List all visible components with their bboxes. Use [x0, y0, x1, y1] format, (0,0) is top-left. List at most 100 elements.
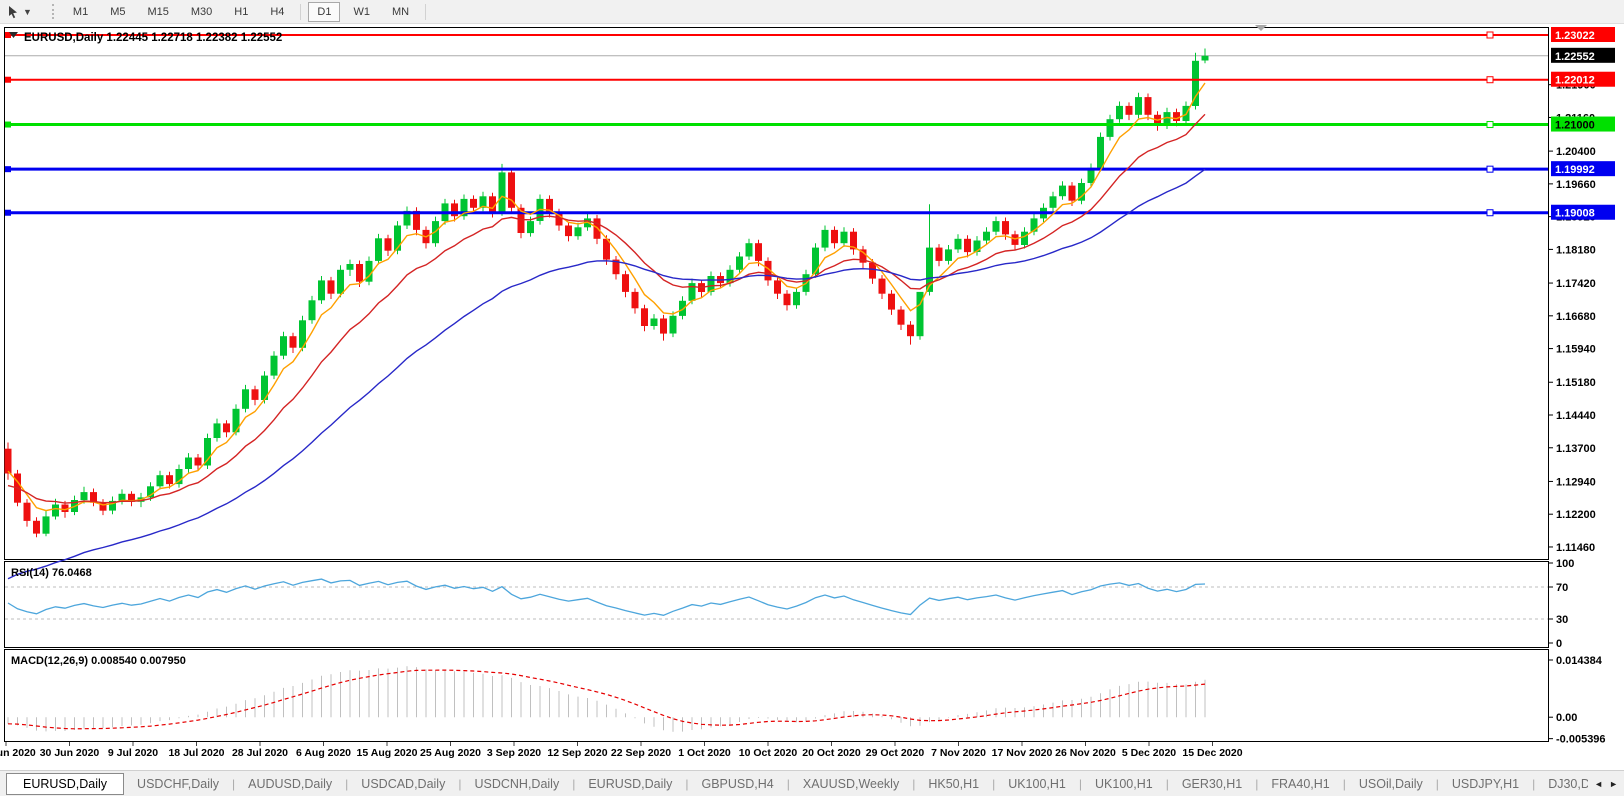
timeframe-button-m5[interactable]: M5 [101, 2, 134, 22]
date-label: 6 Aug 2020 [292, 747, 356, 759]
candle-body [907, 325, 914, 337]
chart-tab-usdcad-daily[interactable]: USDCAD,Daily [348, 774, 458, 794]
date-label: 20 Oct 2020 [800, 747, 864, 759]
chart-tab-gbpusd-h4[interactable]: GBPUSD,H4 [689, 774, 787, 794]
line-handle-right[interactable] [1487, 122, 1493, 128]
toolbar-grip-handle[interactable] [52, 4, 54, 19]
candle-body [242, 389, 249, 409]
candle-body [736, 257, 743, 270]
toolbar-separator [425, 4, 426, 20]
candle-body [195, 458, 202, 466]
chart-tabbar: EURUSD,DailyUSDCHF,Daily|AUDUSD,Daily|US… [0, 770, 1624, 796]
chart-tab-usdcnh-daily[interactable]: USDCNH,Daily [461, 774, 572, 794]
candle-body [1050, 196, 1057, 208]
line-handle-left[interactable] [5, 166, 11, 172]
line-handle-right[interactable] [1487, 166, 1493, 172]
date-label: 10 Oct 2020 [736, 747, 800, 759]
candle-body [290, 336, 297, 348]
candle-body [1116, 106, 1123, 119]
tab-scroll-right-icon[interactable]: ► [1609, 779, 1618, 789]
price-level-badge-label: 1.22012 [1555, 75, 1595, 87]
candle-body [470, 199, 477, 208]
timeframe-button-m1[interactable]: M1 [64, 2, 97, 22]
candle-body [869, 263, 876, 279]
candle-body [185, 458, 192, 470]
candle-body [679, 301, 686, 316]
candle-body [499, 172, 506, 212]
candle-body [879, 279, 886, 294]
chart-tab-usoil-daily[interactable]: USOil,Daily [1346, 774, 1436, 794]
candle-body [964, 239, 971, 252]
timeframe-button-w1[interactable]: W1 [344, 2, 379, 22]
candle-body [1097, 137, 1104, 168]
dropdown-caret-icon: ▼ [23, 7, 32, 17]
candle-body [43, 516, 50, 533]
macd-panel[interactable] [5, 650, 1549, 742]
chart-tab-xauusd-weekly[interactable]: XAUUSD,Weekly [790, 774, 912, 794]
date-label: 5 Dec 2020 [1117, 747, 1181, 759]
chart-tab-uk100-h1[interactable]: UK100,H1 [1082, 774, 1166, 794]
candle-body [774, 280, 781, 293]
timeframe-button-m30[interactable]: M30 [182, 2, 221, 22]
timeframe-button-d1[interactable]: D1 [308, 2, 340, 22]
chart-tab-uk100-h1[interactable]: UK100,H1 [995, 774, 1079, 794]
line-handle-right[interactable] [1487, 32, 1493, 38]
cursor-tool-button[interactable]: ▼ [0, 3, 38, 21]
candle-body [993, 221, 1000, 232]
candle-body [898, 310, 905, 325]
chart-tab-fra40-h1[interactable]: FRA40,H1 [1258, 774, 1342, 794]
line-handle-right[interactable] [1487, 77, 1493, 83]
line-handle-left[interactable] [5, 77, 11, 83]
chart-tab-usdjpy-h1[interactable]: USDJPY,H1 [1439, 774, 1532, 794]
rsi-scale-label: 0 [1556, 638, 1562, 650]
macd-scale-label: -0.005396 [1556, 734, 1606, 746]
line-handle-right[interactable] [1487, 210, 1493, 216]
date-label: 15 Dec 2020 [1181, 747, 1245, 759]
price-tick-label: 1.12940 [1556, 476, 1596, 488]
price-tick-label: 1.15180 [1556, 377, 1596, 389]
chart-tab-dj30-daily[interactable]: DJ30,Daily [1535, 774, 1588, 794]
timeframe-button-m15[interactable]: M15 [138, 2, 177, 22]
tab-scroll-left-icon[interactable]: ◄ [1594, 779, 1603, 789]
candle-body [1126, 106, 1133, 115]
timeframe-button-mn[interactable]: MN [383, 2, 418, 22]
candle-body [660, 319, 667, 334]
candle-body [784, 294, 791, 306]
candle-body [451, 203, 458, 216]
candle-body [955, 239, 962, 250]
price-tick-label: 1.13700 [1556, 443, 1596, 455]
chart-tab-eurusd-daily[interactable]: EURUSD,Daily [6, 773, 124, 795]
candle-body [755, 243, 762, 261]
chart-tab-ger30-h1[interactable]: GER30,H1 [1169, 774, 1255, 794]
chart-canvas[interactable]: 1.219001.211601.204001.196601.189201.181… [0, 0, 1624, 796]
timeframe-button-h4[interactable]: H4 [261, 2, 293, 22]
chart-tab-audusd-daily[interactable]: AUDUSD,Daily [235, 774, 345, 794]
price-tick-label: 1.18180 [1556, 244, 1596, 256]
candle-body [52, 505, 59, 517]
candle-body [1059, 186, 1066, 197]
date-label: 30 Jun 2020 [38, 747, 102, 759]
candle-body [983, 232, 990, 241]
chart-tab-eurusd-daily[interactable]: EURUSD,Daily [575, 774, 685, 794]
candle-body [651, 319, 658, 327]
candle-body [280, 336, 287, 356]
toolbar-separator [300, 4, 301, 20]
price-level-badge-label: 1.21000 [1555, 120, 1595, 132]
candle-body [385, 238, 392, 250]
line-handle-left[interactable] [5, 210, 11, 216]
chart-tab-hk50-h1[interactable]: HK50,H1 [915, 774, 992, 794]
candle-body [1202, 56, 1209, 61]
mt4-window: ▼ M1M5M15M30H1H4 D1W1MN 1.219001.211601.2… [0, 0, 1624, 796]
price-level-badge-label: 1.22552 [1555, 51, 1595, 63]
candle-body [812, 248, 819, 275]
chart-tab-usdchf-daily[interactable]: USDCHF,Daily [124, 774, 232, 794]
rsi-panel[interactable] [5, 562, 1549, 648]
line-handle-left[interactable] [5, 122, 11, 128]
candle-body [337, 270, 344, 294]
timeframe-button-h1[interactable]: H1 [225, 2, 257, 22]
candle-body [318, 280, 325, 300]
time-axis: 20 Jun 202030 Jun 20209 Jul 202018 Jul 2… [0, 747, 1624, 763]
price-tick-label: 1.17420 [1556, 278, 1596, 290]
date-label: 7 Nov 2020 [927, 747, 991, 759]
date-label: 29 Oct 2020 [863, 747, 927, 759]
